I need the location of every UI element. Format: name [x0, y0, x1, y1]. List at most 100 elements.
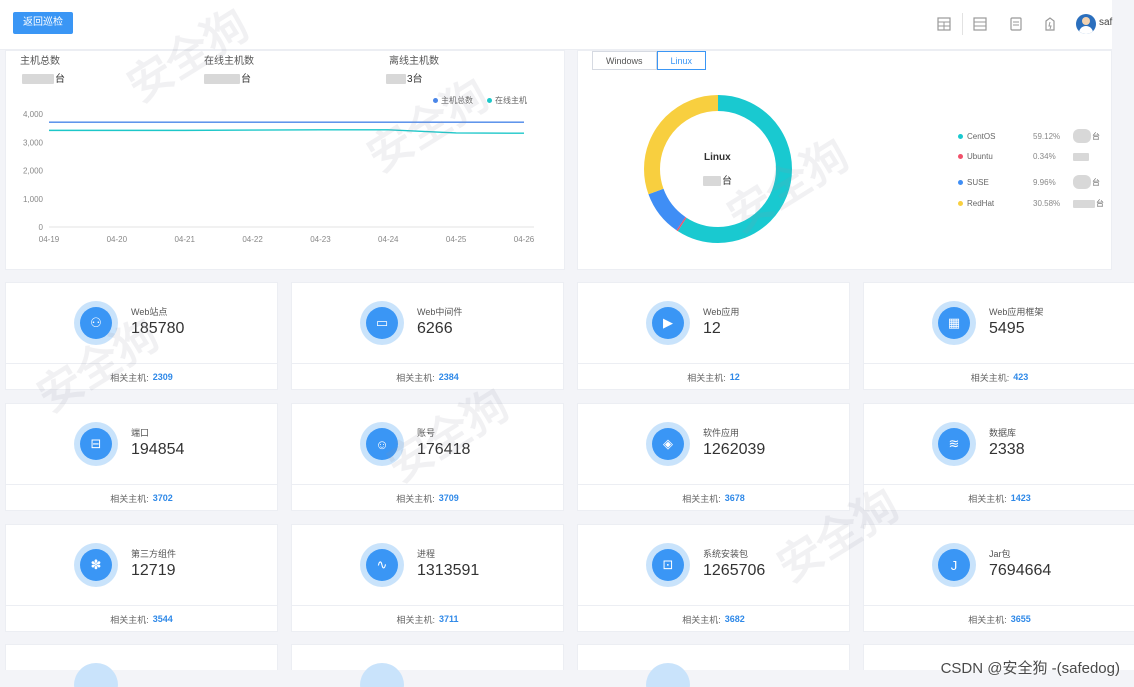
related-hosts-count[interactable]: 2309 — [153, 372, 173, 382]
related-hosts-count[interactable]: 12 — [730, 372, 740, 382]
card-related-hosts: 相关主机: 3544 — [6, 605, 277, 632]
card-value[interactable]: 1313591 — [417, 562, 479, 580]
related-hosts-count[interactable]: 3678 — [725, 493, 745, 503]
related-hosts-label: 相关主机: — [682, 493, 721, 504]
host-trend-panel: 主机总数 台 在线主机数 台 离线主机数 3台 主机总数 在线主机 0 1,000… — [5, 50, 565, 270]
card-related-hosts: 相关主机: 3711 — [292, 605, 563, 632]
asset-card-partial — [577, 644, 850, 687]
user-icon: ☺ — [366, 428, 398, 460]
database-icon: ≋ — [938, 428, 970, 460]
card-value[interactable]: 2338 — [989, 441, 1025, 459]
asset-card[interactable]: ⚇ Web站点 185780 相关主机: 2309 — [5, 282, 278, 390]
card-value[interactable]: 185780 — [131, 320, 184, 338]
server-icon[interactable] — [972, 15, 988, 33]
card-value[interactable]: 194854 — [131, 441, 184, 459]
toolbar-separator — [962, 13, 963, 35]
legend-total-hosts[interactable]: 主机总数 — [433, 95, 473, 106]
top-bar: 返回巡检 saf — [0, 0, 1112, 50]
cube-icon: ◈ — [652, 428, 684, 460]
x-tick-label: 04-19 — [39, 235, 60, 244]
host-trend-line-chart: 0 1,000 2,000 3,000 4,000 04-19 04-20 04-21 04-2… — [23, 110, 535, 244]
card-title: 第三方组件 — [131, 549, 177, 559]
asset-card[interactable]: ⊡ 系统安装包 1265706 相关主机: 3682 — [577, 524, 850, 632]
related-hosts-count[interactable]: 1423 — [1011, 493, 1031, 503]
related-hosts-label: 相关主机: — [110, 614, 149, 625]
card-icon-ring: ⚇ — [74, 301, 118, 345]
card-title: 端口 — [131, 428, 150, 438]
asset-card[interactable]: J Jar包 7694664 相关主机: 3655 — [863, 524, 1134, 632]
asset-card[interactable]: ⊟ 端口 194854 相关主机: 3702 — [5, 403, 278, 511]
offline-hosts-value: 3台 — [386, 70, 423, 85]
related-hosts-count[interactable]: 3709 — [439, 493, 459, 503]
related-hosts-count[interactable]: 2384 — [439, 372, 459, 382]
related-hosts-count[interactable]: 3702 — [153, 493, 173, 503]
related-hosts-label: 相关主机: — [396, 493, 435, 504]
total-hosts-label: 主机总数 — [20, 56, 60, 67]
os-legend-centos[interactable]: CentOS 59.12% 台 — [958, 129, 1100, 143]
back-to-inspection-button[interactable]: 返回巡检 — [13, 12, 73, 34]
online-hosts-series-line — [49, 129, 525, 134]
asset-card[interactable]: ▭ Web中间件 6266 相关主机: 2384 — [291, 282, 564, 390]
x-tick-label: 04-20 — [107, 235, 128, 244]
card-value[interactable]: 6266 — [417, 320, 453, 338]
asset-card-partial — [291, 644, 564, 687]
card-related-hosts: 相关主机: 3682 — [578, 605, 849, 632]
os-legend-suse[interactable]: SUSE 9.96% 台 — [958, 175, 1100, 189]
related-hosts-count[interactable]: 3544 — [153, 614, 173, 624]
related-hosts-count[interactable]: 3711 — [439, 614, 459, 624]
asset-card[interactable]: ▦ Web应用框架 5495 相关主机: 423 — [863, 282, 1134, 390]
os-distribution-panel: Windows Linux Linux 台 CentOS 59.12% 台 Ubun… — [577, 50, 1112, 270]
asset-card[interactable]: ▶ Web应用 12 相关主机: 12 — [577, 282, 850, 390]
asset-card[interactable]: ✽ 第三方组件 12719 相关主机: 3544 — [5, 524, 278, 632]
asset-card[interactable]: ∿ 进程 1313591 相关主机: 3711 — [291, 524, 564, 632]
card-icon-ring: ◈ — [646, 422, 690, 466]
donut-center-value: 台 — [703, 172, 732, 187]
pulse-icon: ∿ — [366, 549, 398, 581]
related-hosts-label: 相关主机: — [110, 372, 149, 383]
card-value[interactable]: 176418 — [417, 441, 470, 459]
related-hosts-count[interactable]: 3655 — [1011, 614, 1031, 624]
card-value[interactable]: 7694664 — [989, 562, 1051, 580]
y-tick-label: 2,000 — [23, 167, 44, 176]
card-value[interactable]: 5495 — [989, 320, 1025, 338]
user-name[interactable]: saf — [1099, 17, 1112, 28]
card-icon-ring: ⊡ — [646, 543, 690, 587]
legend-online-hosts[interactable]: 在线主机 — [487, 95, 527, 106]
card-value[interactable]: 12719 — [131, 562, 176, 580]
card-title: 数据库 — [989, 428, 1017, 438]
card-value[interactable]: 12 — [703, 320, 721, 338]
related-hosts-label: 相关主机: — [970, 372, 1010, 383]
grid-icon[interactable] — [936, 15, 952, 33]
card-value[interactable]: 1262039 — [703, 441, 765, 459]
asset-card[interactable]: ◈ 软件应用 1262039 相关主机: 3678 — [577, 403, 850, 511]
related-hosts-count[interactable]: 423 — [1013, 372, 1028, 382]
report-icon[interactable] — [1008, 15, 1024, 33]
x-tick-label: 04-24 — [378, 235, 399, 244]
x-tick-label: 04-26 — [514, 235, 535, 244]
card-title: 软件应用 — [703, 428, 740, 438]
card-title: 系统安装包 — [703, 549, 749, 559]
x-tick-label: 04-22 — [242, 235, 263, 244]
card-related-hosts: 相关主机: 3678 — [578, 484, 849, 511]
alert-icon[interactable] — [1042, 15, 1058, 33]
related-hosts-label: 相关主机: — [968, 614, 1007, 625]
x-tick-label: 04-23 — [310, 235, 331, 244]
avatar[interactable] — [1076, 14, 1096, 34]
asset-card-partial — [5, 644, 278, 687]
card-related-hosts: 相关主机: 2384 — [292, 363, 563, 390]
y-tick-label: 4,000 — [23, 110, 44, 119]
card-icon-ring: ⊟ — [74, 422, 118, 466]
x-tick-label: 04-21 — [174, 235, 195, 244]
related-hosts-count[interactable]: 3682 — [725, 614, 745, 624]
related-hosts-label: 相关主机: — [396, 372, 435, 383]
play-icon: ▶ — [652, 307, 684, 339]
asset-card[interactable]: ≋ 数据库 2338 相关主机: 1423 — [863, 403, 1134, 511]
os-legend-ubuntu[interactable]: Ubuntu 0.34% — [958, 152, 1090, 161]
asset-card[interactable]: ☺ 账号 176418 相关主机: 3709 — [291, 403, 564, 511]
card-value[interactable]: 1265706 — [703, 562, 765, 580]
online-hosts-label: 在线主机数 — [204, 56, 254, 67]
card-related-hosts: 相关主机: 2309 — [6, 363, 277, 390]
os-legend-redhat[interactable]: RedHat 30.58% 台 — [958, 198, 1104, 209]
jar-icon: J — [938, 549, 970, 581]
donut-center-label: Linux — [704, 152, 731, 163]
